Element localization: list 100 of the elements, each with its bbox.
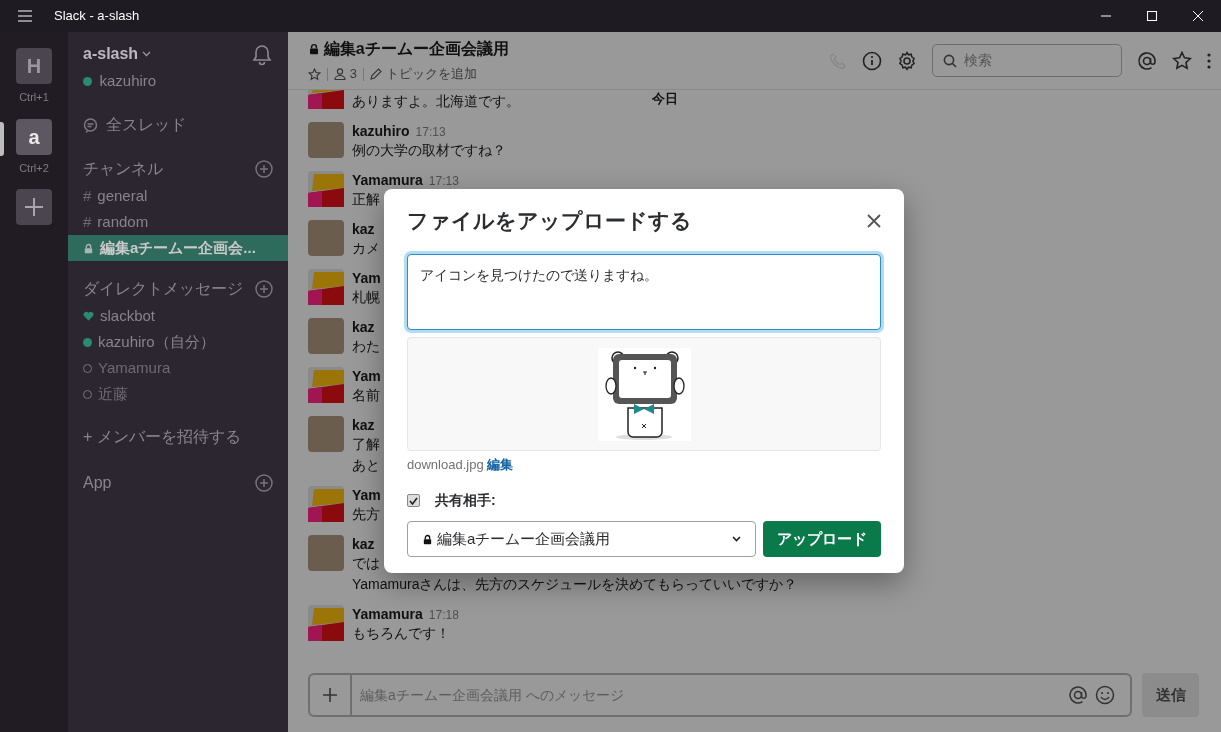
message-text: では (352, 554, 381, 573)
invite-link[interactable]: + メンバーを招待する (68, 425, 288, 450)
status-dot (83, 76, 92, 86)
photo-placeholder (308, 220, 344, 256)
message-text: 札幌 (352, 288, 381, 307)
sender-name[interactable]: kaz (352, 417, 375, 433)
lock-icon (422, 533, 433, 545)
pattern-avatar (308, 269, 344, 305)
share-checkbox[interactable] (407, 494, 420, 508)
close-icon (1193, 11, 1203, 21)
channel-select[interactable]: 編集aチームー企画会議用 (407, 521, 756, 558)
channel-name: 編集aチームー企画会... (100, 238, 256, 258)
send-button[interactable]: 送信 (1142, 673, 1199, 717)
pattern-avatar (308, 171, 344, 207)
section-title[interactable]: ダイレクトメッセージ (83, 277, 243, 302)
add-topic-link[interactable]: トピックを追加 (370, 64, 477, 84)
maximize-icon (1147, 11, 1157, 21)
sender-name[interactable]: kaz (352, 319, 375, 335)
settings-icon[interactable] (897, 50, 917, 71)
photo-placeholder (308, 122, 344, 158)
heart-icon (83, 311, 94, 322)
chevron-down-icon (731, 536, 741, 543)
section-title[interactable]: チャンネル (83, 157, 163, 182)
hash-icon: # (83, 185, 92, 208)
bell-icon[interactable] (251, 44, 273, 66)
contact-name: kazuhiro（自分） (98, 332, 215, 352)
shortcut-label: Ctrl+2 (19, 160, 49, 176)
add-icon[interactable] (255, 280, 273, 299)
mention-icon[interactable] (1137, 50, 1157, 71)
search-icon (943, 53, 957, 68)
message-text: 例の大学の取材ですね？ (352, 141, 506, 160)
chevron-down-icon[interactable] (141, 51, 151, 57)
dm-item[interactable]: 近藤 (68, 381, 288, 408)
lock-icon (308, 43, 320, 56)
mention-icon[interactable] (1067, 685, 1088, 705)
emoji-icon[interactable] (1095, 685, 1115, 705)
photo-placeholder (308, 416, 344, 452)
thread-icon (83, 117, 98, 133)
message-text: 名前 (352, 386, 381, 405)
add-icon[interactable] (255, 160, 273, 179)
channel-item[interactable]: 編集aチームー企画会... (68, 235, 288, 262)
add-icon[interactable] (255, 474, 273, 493)
message-text: あと (352, 456, 380, 475)
close-icon[interactable] (867, 213, 881, 228)
message-time: 17:13 (415, 125, 446, 139)
pattern-avatar (308, 486, 344, 522)
info-icon[interactable] (862, 50, 882, 71)
star-icon[interactable] (308, 67, 321, 81)
photo-placeholder (308, 318, 344, 354)
dm-item[interactable]: slackbot (68, 303, 288, 330)
plus-icon (322, 687, 338, 703)
dialog-title: ファイルをアップロードする (407, 208, 692, 234)
section-title[interactable]: App (83, 471, 112, 496)
message-text: カメ (352, 239, 380, 258)
sender-name[interactable]: kaz (352, 221, 375, 237)
message-text: わた (352, 337, 380, 356)
more-icon[interactable] (1207, 52, 1211, 69)
search-field[interactable]: 検索 (932, 44, 1122, 77)
add-workspace-button[interactable] (16, 189, 52, 225)
sender-name[interactable]: kazuhiro (352, 123, 410, 139)
workspace-tile[interactable]: a (16, 118, 52, 155)
sender-name[interactable]: Yamamura (352, 606, 423, 622)
check-icon (409, 496, 418, 505)
shortcut-label: Ctrl+1 (19, 90, 49, 105)
channel-title: 編集aチームー企画会議用 (323, 39, 509, 60)
contact-name: 近藤 (98, 384, 128, 404)
sender-name[interactable]: kaz (352, 536, 375, 552)
channel-item[interactable]: # random (68, 209, 288, 236)
workspace-tile[interactable]: H (16, 48, 52, 84)
message-text: 先方 (352, 505, 381, 524)
sender-name[interactable]: Yam (352, 487, 381, 503)
team-name[interactable]: a-slash (83, 42, 139, 66)
file-name: download.jpg (407, 455, 484, 474)
dm-item[interactable]: Yamamura (68, 355, 288, 382)
member-count[interactable]: 3 (334, 64, 357, 84)
message-text: ありますよ。北海道です。 (352, 92, 520, 111)
lock-icon (83, 242, 94, 254)
sender-name[interactable]: Yam (352, 368, 381, 384)
star-icon[interactable] (1172, 50, 1192, 71)
message-time: 17:13 (428, 174, 459, 188)
photo-placeholder (308, 535, 344, 571)
plus-icon (24, 197, 44, 217)
message-text: Yamamuraさんは、先方のスケジュールを決めてもらっていいですか？ (352, 575, 798, 594)
channel-item[interactable]: # general (68, 183, 288, 210)
message-field[interactable]: アイコンを見つけたので送りますね。 (407, 253, 881, 330)
pattern-avatar (308, 367, 344, 403)
sender-name[interactable]: Yamamura (352, 172, 423, 188)
upload-button[interactable]: アップロード (763, 521, 881, 558)
threads-link[interactable]: 全スレッド (68, 113, 288, 138)
active-indicator (0, 122, 4, 156)
dm-item[interactable]: kazuhiro（自分） (68, 329, 288, 356)
contact-name: slackbot (100, 306, 156, 326)
contact-name: Yamamura (98, 358, 171, 378)
sender-name[interactable]: Yam (352, 270, 381, 286)
message-text: もちろんです！ (352, 624, 451, 643)
channel-name: general (97, 186, 148, 206)
message-time: 17:18 (428, 608, 459, 622)
person-icon (334, 68, 346, 80)
menu-icon[interactable] (18, 10, 32, 22)
edit-link[interactable]: 編集 (487, 454, 514, 475)
